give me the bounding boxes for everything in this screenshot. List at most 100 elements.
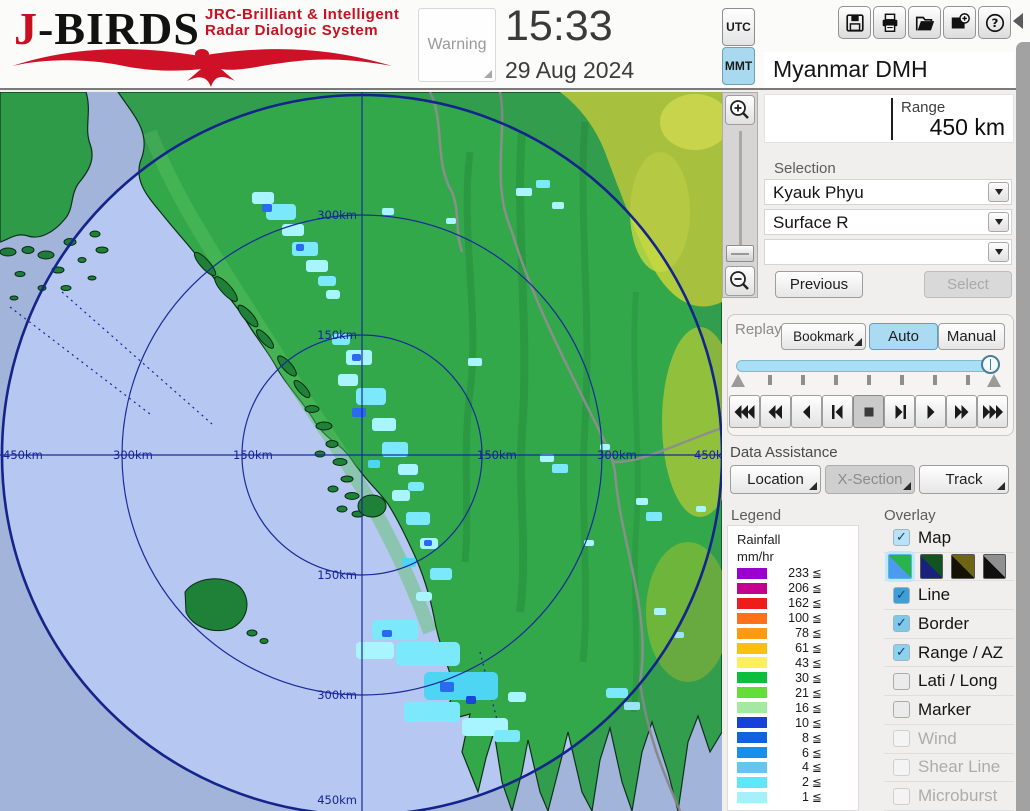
save-button[interactable] [838, 6, 871, 39]
previous-button[interactable]: Previous [775, 271, 863, 298]
skip-back-fast-icon [733, 400, 757, 424]
overlay-item-label: Lati / Long [918, 671, 997, 691]
play-reverse-button[interactable] [791, 395, 822, 428]
overlay-item-label: Range / AZ [918, 643, 1003, 663]
dropdown-arrow-button[interactable] [988, 182, 1009, 202]
legend-color-swatch [737, 628, 767, 639]
help-icon: ? [984, 12, 1006, 34]
slider-end-marker[interactable] [987, 374, 1001, 387]
overlay-item-label: Wind [918, 729, 957, 749]
skip-forward-fast-button[interactable] [977, 395, 1008, 428]
overlay-row-microburst: Microburst [884, 782, 1014, 811]
zoom-slider-track[interactable] [739, 131, 742, 259]
mmt-toggle-button[interactable]: MMT [722, 47, 755, 85]
zoom-slider-handle[interactable] [726, 245, 754, 262]
replay-slider-handle[interactable] [981, 355, 1000, 374]
step-forward-button[interactable] [884, 395, 915, 428]
eagle-logo-icon [6, 44, 398, 88]
legend-color-swatch [737, 583, 767, 594]
overlay-item-label: Marker [918, 700, 971, 720]
skip-forward-button[interactable] [946, 395, 977, 428]
legend-color-swatch [737, 792, 767, 803]
dropdown-arrow-button[interactable] [988, 212, 1009, 232]
map-style-blue-green[interactable] [888, 554, 912, 579]
skip-back-fast-button[interactable] [729, 395, 760, 428]
help-button[interactable]: ? [978, 6, 1011, 39]
auto-mode-button[interactable]: Auto [869, 323, 938, 350]
less-equal-symbol: ≦ [812, 641, 822, 655]
legend-color-swatch [737, 717, 767, 728]
legend-value: 30 [767, 671, 809, 685]
map-style-black-olive[interactable] [951, 554, 975, 579]
less-equal-symbol: ≦ [812, 701, 822, 715]
warning-button[interactable]: Warning [418, 8, 496, 82]
dropdown-arrow-button[interactable] [988, 242, 1009, 262]
skip-forward-icon [950, 400, 974, 424]
slider-start-marker[interactable] [731, 374, 745, 387]
legend-row: 6≦ [728, 745, 858, 760]
h-axis-label: 150km [233, 448, 273, 462]
less-equal-symbol: ≦ [812, 790, 822, 804]
legend-value: 1 [767, 790, 809, 804]
play-button[interactable] [915, 395, 946, 428]
add-image-icon [949, 12, 971, 34]
map-zoom-control [722, 92, 758, 298]
collapse-panel-arrow-icon[interactable] [1013, 13, 1023, 29]
site-dropdown[interactable]: Kyauk Phyu [764, 179, 1012, 205]
zoom-in-button[interactable] [725, 95, 755, 125]
checkbox-wind [893, 730, 910, 747]
less-equal-symbol: ≦ [812, 671, 822, 685]
option-dropdown[interactable] [764, 239, 1012, 265]
checkbox-range-az[interactable]: ✓ [893, 644, 910, 661]
v-axis-label: 150km [317, 328, 357, 342]
replay-slider-track[interactable] [736, 360, 993, 372]
legend-row: 16≦ [728, 700, 858, 715]
skip-back-button[interactable] [760, 395, 791, 428]
legend-value: 61 [767, 641, 809, 655]
checkbox-lati-long[interactable] [893, 673, 910, 690]
stop-button[interactable] [853, 395, 884, 428]
save-icon [844, 12, 866, 34]
add-image-button[interactable] [943, 6, 976, 39]
legend-row: 61≦ [728, 641, 858, 656]
overlay-item-label: Map [918, 528, 951, 548]
submenu-corner-icon [997, 482, 1005, 490]
checkbox-map[interactable]: ✓ [893, 529, 910, 546]
xsection-button[interactable]: X-Section [825, 465, 915, 494]
zoom-in-icon [728, 98, 752, 122]
h-axis-label: 300km [113, 448, 153, 462]
legend-row: 4≦ [728, 760, 858, 775]
zoom-out-button[interactable] [725, 266, 755, 296]
checkbox-shear-line [893, 759, 910, 776]
map-style-navy-darkgreen[interactable] [920, 554, 944, 579]
checkbox-marker[interactable] [893, 701, 910, 718]
track-button[interactable]: Track [919, 465, 1009, 494]
utc-toggle-button[interactable]: UTC [722, 8, 755, 46]
legend-value: 78 [767, 626, 809, 640]
legend-row: 233≦ [728, 566, 858, 581]
submenu-corner-icon [903, 482, 911, 490]
product-dropdown[interactable]: Surface R [764, 209, 1012, 235]
step-back-icon [826, 400, 850, 424]
checkbox-border[interactable]: ✓ [893, 615, 910, 632]
map-style-black-gray[interactable] [983, 554, 1007, 579]
slider-tick [801, 375, 805, 385]
manual-mode-button[interactable]: Manual [938, 323, 1005, 350]
print-button[interactable] [873, 6, 906, 39]
legend-title: Rainfall mm/hr [728, 526, 858, 566]
legend-color-swatch [737, 613, 767, 624]
location-button[interactable]: Location [730, 465, 821, 494]
bookmark-button[interactable]: Bookmark [781, 323, 866, 350]
map-style-row [884, 553, 1014, 582]
less-equal-symbol: ≦ [812, 626, 822, 640]
checkmark-icon: ✓ [896, 589, 907, 602]
step-back-button[interactable] [822, 395, 853, 428]
select-button[interactable]: Select [924, 271, 1012, 298]
legend-value: 6 [767, 746, 809, 760]
radar-map-canvas[interactable]: 450km 300km 150km 150km 300km 450km 300k… [0, 92, 722, 811]
v-axis-label: 300km [317, 688, 357, 702]
stop-icon [857, 400, 881, 424]
checkbox-line[interactable]: ✓ [893, 587, 910, 604]
legend-color-swatch [737, 687, 767, 698]
open-file-button[interactable] [908, 6, 941, 39]
